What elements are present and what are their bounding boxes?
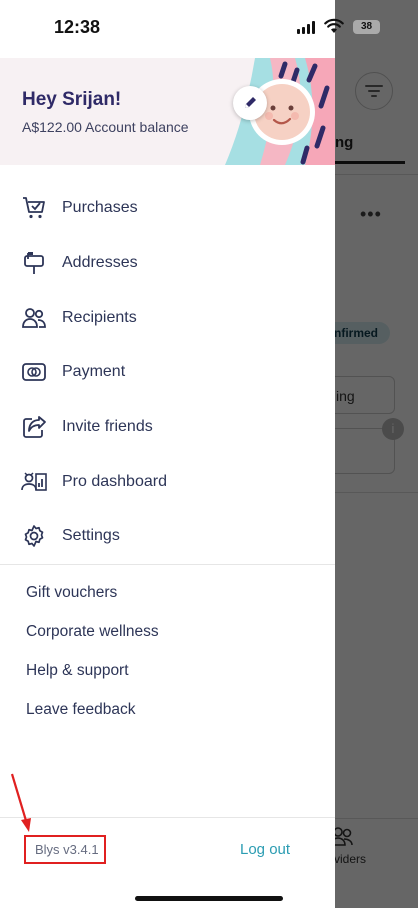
signal-icon [297,21,315,34]
home-indicator[interactable] [135,896,283,901]
card-icon [22,363,46,382]
share-icon [23,416,46,438]
link-leave-feedback[interactable]: Leave feedback [26,697,159,736]
status-bar: 12:38 38 [0,0,418,56]
status-time: 12:38 [54,17,101,37]
wifi-icon [324,18,344,33]
mailbox-icon [24,252,44,275]
main-menu: Purchases Addresses Recipients Payment I… [0,181,335,564]
annotation-arrow-icon [10,773,31,832]
menu-label: Settings [62,527,120,545]
people-icon [22,307,46,328]
footer-divider [0,817,335,818]
profile-header[interactable]: Hey Srijan! A$122.00 Account balance [0,58,335,165]
dashboard-icon [21,472,47,491]
edit-profile-button[interactable] [233,86,267,120]
menu-item-recipients[interactable]: Recipients [0,290,335,345]
menu-item-pro-dashboard[interactable]: Pro dashboard [0,454,335,509]
menu-label: Payment [62,363,126,381]
secondary-links: Gift vouchers Corporate wellness Help & … [26,580,159,736]
app-version: Blys v3.4.1 [35,842,99,857]
menu-item-settings[interactable]: Settings [0,509,335,564]
menu-item-invite-friends[interactable]: Invite friends [0,400,335,455]
menu-item-payment[interactable]: Payment [0,345,335,400]
menu-label: Pro dashboard [62,472,167,490]
link-corporate-wellness[interactable]: Corporate wellness [26,619,159,658]
account-balance: A$122.00 Account balance [22,119,189,135]
greeting-title: Hey Srijan! [22,89,122,110]
side-drawer: 12:38 38 Hey Srijan! A$122.00 Account ba… [0,0,380,908]
link-help-support[interactable]: Help & support [26,658,159,697]
cart-icon [23,197,45,219]
menu-label: Addresses [62,254,138,272]
menu-label: Purchases [62,199,138,217]
gear-icon [24,525,44,548]
logout-button[interactable]: Log out [240,841,290,858]
menu-item-purchases[interactable]: Purchases [0,181,335,236]
menu-item-addresses[interactable]: Addresses [0,236,335,291]
link-gift-vouchers[interactable]: Gift vouchers [26,580,159,619]
pencil-icon [245,97,256,108]
menu-divider [0,564,335,565]
menu-label: Recipients [62,308,137,326]
battery-icon: 38 [353,20,380,34]
menu-label: Invite friends [62,418,153,436]
